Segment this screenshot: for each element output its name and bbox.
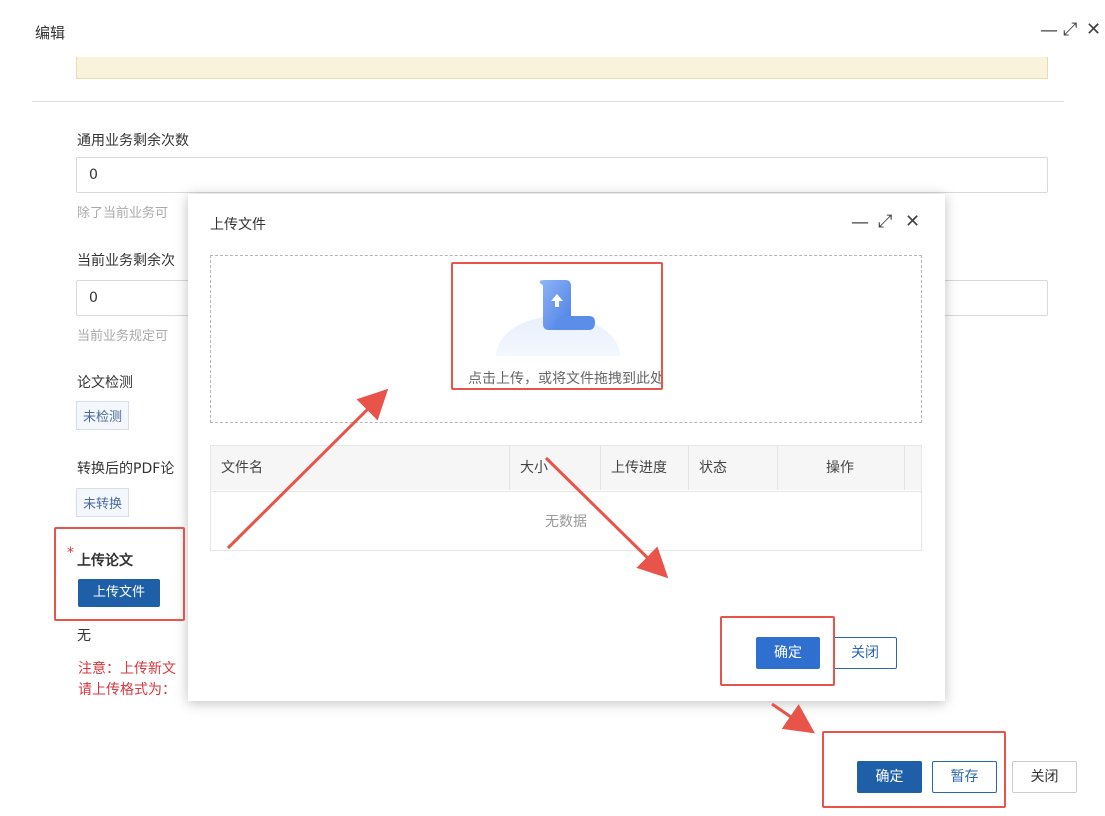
annotation-box-outer-buttons <box>822 731 1006 808</box>
column-divider <box>509 446 510 490</box>
column-header-actions: 操作 <box>826 460 854 476</box>
close-icon[interactable]: ✕ <box>1086 19 1101 40</box>
maximize-icon[interactable]: ⤢ <box>878 211 892 232</box>
column-header-status: 状态 <box>699 460 727 476</box>
dialog-close-button[interactable]: 关闭 <box>833 637 897 669</box>
annotation-box-dialog-confirm <box>720 616 835 686</box>
maximize-icon[interactable]: ⤢ <box>1063 19 1077 40</box>
dialog-title: 上传文件 <box>210 217 266 233</box>
window-title: 编辑 <box>35 24 66 42</box>
minimize-icon[interactable]: — <box>851 212 869 233</box>
annotation-box-upload-paper <box>54 527 185 621</box>
column-divider <box>688 446 689 490</box>
file-table: 文件名 大小 上传进度 状态 操作 无数据 <box>210 445 922 551</box>
column-divider <box>904 446 905 490</box>
minimize-icon[interactable]: — <box>1040 20 1058 41</box>
column-header-size: 大小 <box>520 460 548 476</box>
table-empty-text: 无数据 <box>211 491 921 551</box>
column-header-progress: 上传进度 <box>611 460 667 476</box>
close-icon[interactable]: ✕ <box>905 211 920 232</box>
column-divider <box>600 446 601 490</box>
column-header-filename: 文件名 <box>221 460 263 476</box>
annotation-box-dropzone <box>451 262 663 390</box>
